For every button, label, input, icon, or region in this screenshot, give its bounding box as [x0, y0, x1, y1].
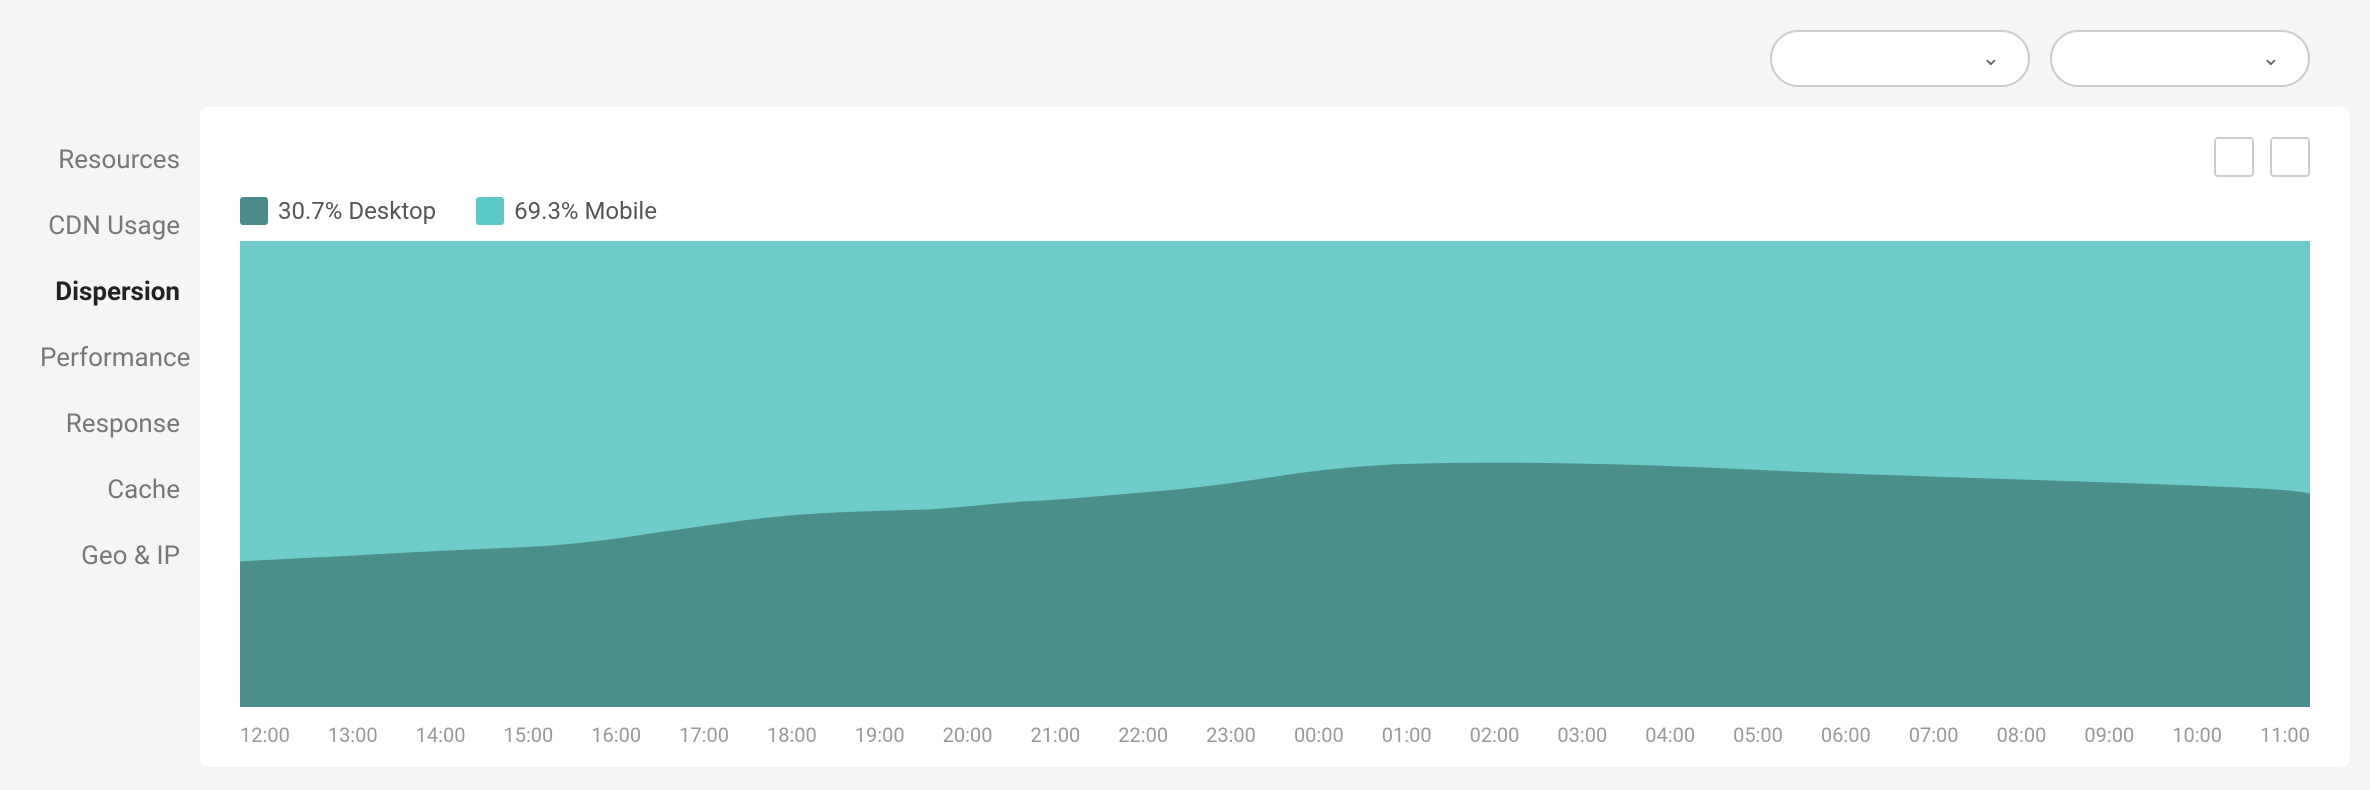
- sidebar-item-geo_and_ip[interactable]: Geo & IP: [0, 523, 200, 589]
- chevron-down-icon: ⌄: [1982, 46, 2000, 71]
- time-range-dropdown[interactable]: ⌄: [2050, 30, 2310, 87]
- header-controls: ⌄ ⌄: [1750, 30, 2310, 87]
- chevron-down-icon: ⌄: [2262, 46, 2280, 71]
- page-header: ⌄ ⌄: [0, 0, 2370, 107]
- x-tick-label: 01:00: [1382, 723, 1432, 747]
- x-tick-label: 23:00: [1206, 723, 1256, 747]
- sidebar-item-resources[interactable]: Resources: [0, 127, 200, 193]
- chart-svg: [240, 241, 2310, 707]
- legend-label: 30.7% Desktop: [278, 197, 436, 225]
- sidebar-item-cdn_usage[interactable]: CDN Usage: [0, 193, 200, 259]
- legend-label: 69.3% Mobile: [514, 197, 657, 225]
- x-tick-label: 07:00: [1909, 723, 1959, 747]
- x-tick-label: 11:00: [2260, 723, 2310, 747]
- x-tick-label: 04:00: [1645, 723, 1695, 747]
- x-axis: 12:00 13:00 14:00 15:00 16:00 17:00 18:00 19:00…: [240, 713, 2310, 747]
- filter-stats-dropdown[interactable]: ⌄: [1770, 30, 2030, 87]
- x-tick-label: 20:00: [943, 723, 993, 747]
- export-button[interactable]: [2214, 137, 2254, 177]
- sidebar: ResourcesCDN UsageDispersionPerformanceR…: [0, 107, 200, 787]
- x-tick-label: 10:00: [2172, 723, 2222, 747]
- x-tick-label: 08:00: [1997, 723, 2047, 747]
- main-content: ResourcesCDN UsageDispersionPerformanceR…: [0, 107, 2370, 787]
- x-tick-label: 18:00: [767, 723, 817, 747]
- x-tick-label: 03:00: [1557, 723, 1607, 747]
- legend-item: 30.7% Desktop: [240, 197, 436, 225]
- x-tick-label: 22:00: [1118, 723, 1168, 747]
- x-tick-label: 19:00: [855, 723, 905, 747]
- sidebar-item-response[interactable]: Response: [0, 391, 200, 457]
- x-tick-label: 06:00: [1821, 723, 1871, 747]
- refresh-button[interactable]: [2270, 137, 2310, 177]
- x-tick-label: 02:00: [1470, 723, 1520, 747]
- x-tick-label: 13:00: [328, 723, 378, 747]
- x-tick-label: 17:00: [679, 723, 729, 747]
- x-tick-label: 05:00: [1733, 723, 1783, 747]
- x-tick-label: 21:00: [1030, 723, 1080, 747]
- legend-item: 69.3% Mobile: [476, 197, 657, 225]
- x-tick-label: 09:00: [2084, 723, 2134, 747]
- sidebar-item-performance[interactable]: Performance: [0, 325, 200, 391]
- chart-legend: 30.7% Desktop 69.3% Mobile: [240, 197, 2310, 225]
- desktop-legend-color: [240, 197, 268, 225]
- x-tick-label: 12:00: [240, 723, 290, 747]
- chart-actions: [2214, 137, 2310, 177]
- x-tick-label: 16:00: [591, 723, 641, 747]
- sidebar-item-cache[interactable]: Cache: [0, 457, 200, 523]
- sidebar-item-dispersion[interactable]: Dispersion: [0, 259, 200, 325]
- chart-container: [240, 241, 2310, 707]
- x-tick-label: 00:00: [1294, 723, 1344, 747]
- x-tick-label: 14:00: [416, 723, 466, 747]
- mobile-legend-color: [476, 197, 504, 225]
- x-tick-label: 15:00: [503, 723, 553, 747]
- chart-header: [240, 137, 2310, 177]
- chart-panel: 30.7% Desktop 69.3% Mobile 12:00 13:00 14:0…: [200, 107, 2350, 767]
